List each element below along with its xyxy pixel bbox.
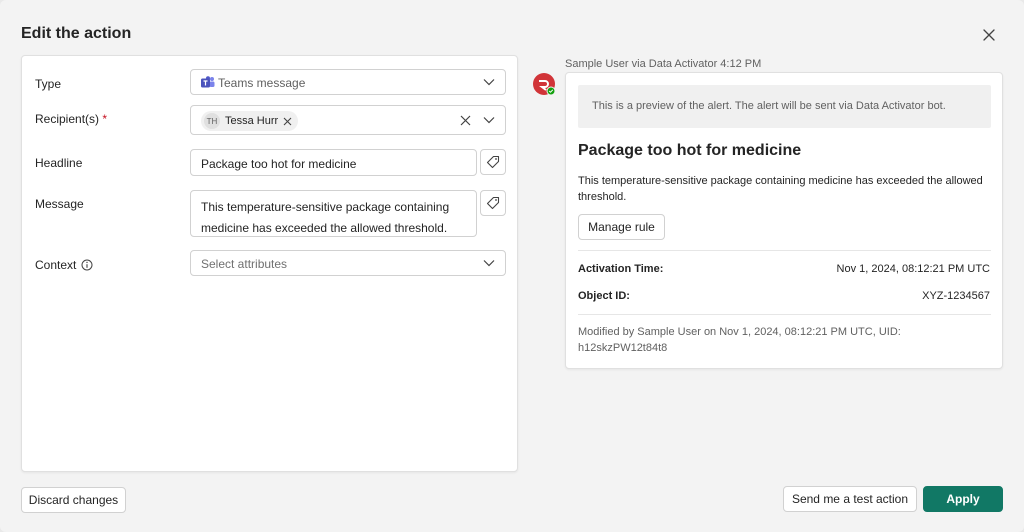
activation-time-label: Activation Time: (578, 263, 664, 275)
chevron-down-icon (483, 259, 495, 267)
chevron-down-icon[interactable] (483, 116, 495, 124)
message-textarea[interactable]: This temperature-sensitive package conta… (190, 190, 477, 237)
object-id-label: Object ID: (578, 290, 630, 302)
discard-changes-button[interactable]: Discard changes (21, 487, 126, 513)
apply-button[interactable]: Apply (923, 486, 1003, 512)
headline-label: Headline (35, 156, 83, 170)
message-tag-button[interactable] (480, 190, 506, 216)
context-dropdown[interactable]: Select attributes (190, 250, 506, 276)
headline-input[interactable]: Package too hot for medicine (190, 149, 477, 176)
preview-sender: Sample User via Data Activator 4:12 PM (565, 58, 762, 70)
preview-headline: Package too hot for medicine (578, 142, 802, 159)
edit-action-dialog: Edit the action Type Teams message Recip… (0, 0, 1024, 532)
type-label: Type (35, 77, 62, 91)
clear-icon[interactable] (460, 115, 471, 126)
object-id-value: XYZ-1234567 (922, 290, 990, 302)
preview-notice: This is a preview of the alert. The aler… (578, 85, 991, 128)
info-icon[interactable] (81, 259, 93, 271)
headline-value: Package too hot for medicine (201, 157, 357, 171)
modified-info: Modified by Sample User on Nov 1, 2024, … (578, 326, 901, 354)
close-button[interactable] (979, 25, 999, 45)
type-dropdown[interactable]: Teams message (190, 69, 506, 95)
data-activator-bot-icon (533, 73, 555, 95)
tag-icon (486, 155, 500, 169)
teams-icon (201, 76, 215, 88)
recipient-chip: TH Tessa Hurr (201, 111, 299, 131)
recipients-label: Recipient(s) * (35, 112, 108, 126)
divider (578, 314, 991, 315)
action-form-panel: Type Teams message Recipient(s) * TH Tes… (21, 55, 518, 472)
dialog-title: Edit the action (21, 25, 132, 42)
divider (578, 250, 991, 251)
alert-preview-card: This is a preview of the alert. The aler… (565, 72, 1003, 369)
remove-recipient-icon[interactable] (283, 117, 292, 126)
context-label: Context (35, 258, 93, 272)
activation-time-value: Nov 1, 2024, 08:12:21 PM UTC (836, 263, 990, 275)
manage-rule-button[interactable]: Manage rule (578, 214, 665, 240)
recipients-picker[interactable]: TH Tessa Hurr (190, 105, 506, 135)
message-value: This temperature-sensitive package conta… (201, 200, 450, 235)
preview-message: This temperature-sensitive package conta… (578, 175, 983, 203)
tag-icon (486, 196, 500, 210)
send-test-action-button[interactable]: Send me a test action (783, 486, 917, 512)
chevron-down-icon (483, 78, 495, 86)
type-value: Teams message (218, 76, 306, 90)
context-placeholder: Select attributes (201, 257, 288, 271)
recipient-name: Tessa Hurr (225, 115, 279, 127)
message-label: Message (35, 197, 84, 211)
headline-tag-button[interactable] (480, 149, 506, 175)
avatar: TH (204, 113, 220, 129)
close-icon (983, 29, 995, 41)
